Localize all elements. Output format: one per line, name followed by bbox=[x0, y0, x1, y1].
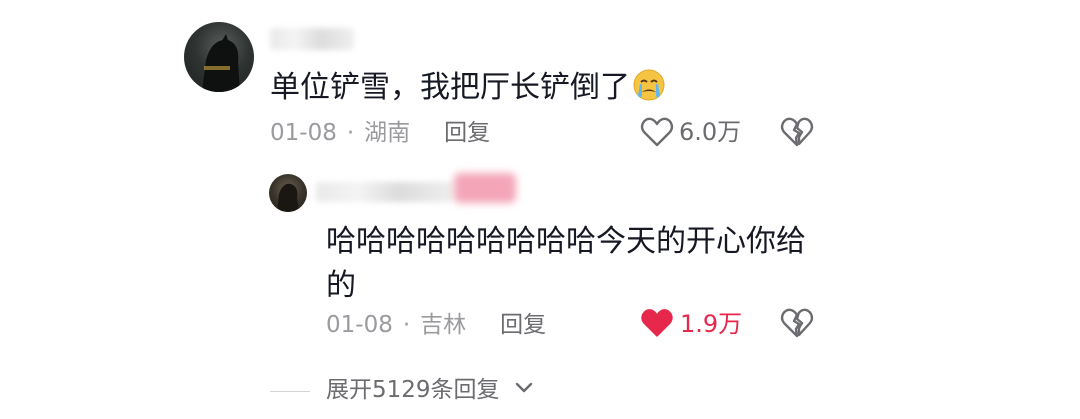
comment-location: 湖南 bbox=[364, 120, 411, 146]
expand-divider bbox=[270, 391, 310, 392]
username-blurred[interactable] bbox=[270, 28, 354, 50]
expand-replies-button[interactable]: 展开5129条回复 bbox=[326, 374, 500, 406]
reply-button[interactable]: 回复 bbox=[444, 120, 490, 146]
reply-avatar[interactable] bbox=[269, 174, 307, 212]
comment-meta: 01-08 · 湖南 回复 bbox=[270, 118, 490, 148]
comment-date: 01-08 bbox=[270, 120, 337, 146]
comment-text-content: 单位铲雪，我把厅长铲倒了 bbox=[270, 70, 630, 105]
chevron-down-icon[interactable] bbox=[514, 381, 534, 395]
author-badge-blurred bbox=[454, 173, 516, 203]
meta-separator: · bbox=[346, 120, 355, 146]
like-count: 6.0万 bbox=[679, 118, 742, 146]
liked-heart-icon[interactable] bbox=[640, 307, 674, 339]
dislike-broken-heart-icon[interactable] bbox=[780, 116, 814, 148]
dislike-broken-heart-icon[interactable] bbox=[780, 307, 814, 339]
reply-date: 01-08 bbox=[326, 312, 393, 338]
reply-location: 吉林 bbox=[420, 312, 467, 338]
comment-text: 单位铲雪，我把厅长铲倒了 bbox=[270, 66, 830, 110]
crying-face-icon bbox=[632, 68, 666, 102]
meta-separator: · bbox=[402, 312, 411, 338]
avatar[interactable] bbox=[184, 22, 254, 92]
reply-like-count: 1.9万 bbox=[680, 310, 743, 338]
reply-text: 哈哈哈哈哈哈哈哈哈今天的开心你给 的 bbox=[326, 224, 806, 303]
reply-reply-button[interactable]: 回复 bbox=[500, 312, 546, 338]
like-heart-icon[interactable] bbox=[640, 116, 674, 148]
reply-meta: 01-08 · 吉林 回复 bbox=[326, 310, 546, 340]
reply-username-blurred[interactable] bbox=[316, 182, 454, 202]
